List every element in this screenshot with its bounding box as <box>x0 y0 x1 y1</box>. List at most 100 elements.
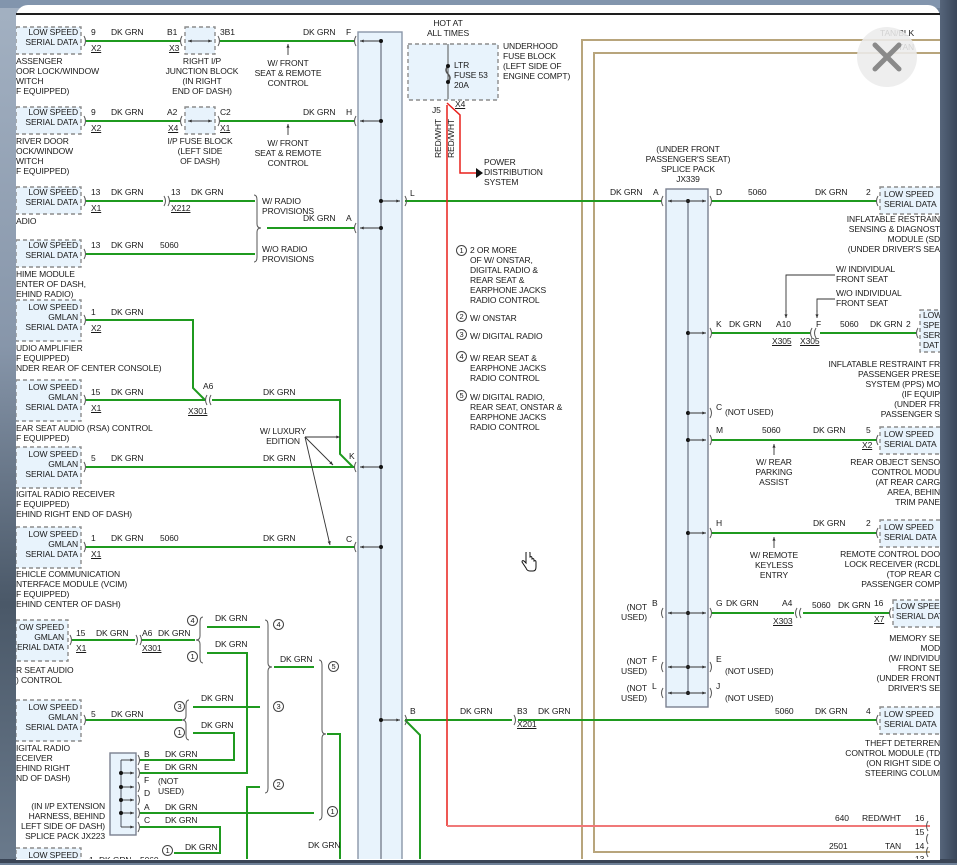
left-r1-x3-label: X3 <box>169 43 180 53</box>
bus-b-row-color-label: DK GRN <box>460 706 493 716</box>
left-r8-box-label: LOW SPEED GMLAN SERIAL DATA <box>25 529 78 559</box>
right-bottom-p14-label: 14 <box>915 841 925 851</box>
left-r2-conn-label: X2 <box>91 123 102 133</box>
fuse-power-label: POWER DISTRIBUTION SYSTEM <box>484 157 543 187</box>
right-m-row-circuit-label: 5060 <box>762 425 781 435</box>
connector-terminal <box>180 35 183 47</box>
connector-terminal <box>205 394 208 406</box>
left-r7-pin-label: 5 <box>91 453 96 463</box>
right-g-row-b-label: B <box>652 598 658 608</box>
connector-terminal <box>83 115 86 127</box>
left-bottom-box-label: LOW SPEED <box>28 850 78 860</box>
left-r1-pin-label: 9 <box>91 27 96 37</box>
connector-terminal <box>83 541 86 553</box>
right-m-row-box-label: LOW SPEED SERIAL DATA <box>884 429 937 449</box>
left-r3-pin2-label: 13 <box>171 187 181 197</box>
splice-dot <box>379 465 383 469</box>
left-r8-circuit-label: 5060 <box>160 533 179 543</box>
fuse-x4-label: X4 <box>455 99 466 109</box>
left-splice-e-label: E <box>144 762 150 772</box>
right-g-row-a4-label: A4 <box>782 598 793 608</box>
luxury-arrow <box>304 436 331 546</box>
left-r2-c2-label: C2 <box>220 107 231 117</box>
fuse-j5-label: J5 <box>432 105 441 115</box>
connector-terminal <box>354 222 357 234</box>
right-lj-row-j-label: J <box>716 681 721 691</box>
left-r9-module-label: R SEAT AUDIO ) CONTROL <box>16 665 74 685</box>
right-g-row-pin-label: 16 <box>874 598 884 608</box>
bus-b-row-circuit-label: 5060 <box>775 706 794 716</box>
luxury-arrow <box>304 436 334 466</box>
left-r7-module-label: IGITAL RADIO RECEIVER F EQUIPPED) EHIND … <box>16 489 132 519</box>
close-button[interactable] <box>857 27 917 87</box>
panel-top-border <box>16 13 940 15</box>
option-arrow-head <box>286 44 290 48</box>
splice-dot <box>119 771 123 775</box>
splice-dot <box>379 226 383 230</box>
left-r6-color-label: DK GRN <box>111 387 144 397</box>
notes-4-n-label: 5 <box>456 390 467 401</box>
connector-terminal <box>513 714 516 726</box>
notes-4-text-label: W/ DIGITAL RADIO, REAR SEAT, ONSTAR & EA… <box>470 392 563 432</box>
connector-terminal <box>661 687 664 699</box>
left-r4-box-label: LOW SPEED SERIAL DATA <box>25 240 78 260</box>
left-r2-color-label: DK GRN <box>111 107 144 117</box>
left-splice-cb-label: DK GRN <box>165 749 198 759</box>
left-r2-module-label: RIVER DOOR OCK/WINDOW WITCH F EQUIPPED) <box>16 136 74 176</box>
connector-terminal <box>354 461 357 473</box>
left-r9-box-label: OW SPEED GMLAN ERIAL DATA <box>16 622 64 652</box>
left-r6-box-label: LOW SPEED GMLAN SERIAL DATA <box>25 382 78 412</box>
left-r4-module-label: HIME MODULE ENTER OF DASH, EHIND RADIO) <box>16 269 86 299</box>
right-fe-row-f-label: F <box>652 654 658 664</box>
left-brace2-n4-label: 4 <box>273 619 284 630</box>
right-d-row-a-label: A <box>653 187 659 197</box>
left-brace2-color-label: DK GRN <box>280 654 313 664</box>
connector-terminal <box>926 833 929 845</box>
bus-b-row-b3-label: B3 <box>517 706 528 716</box>
connector-terminal <box>709 607 712 619</box>
notes-1-n-label: 2 <box>456 311 467 322</box>
right-h-row-pin-label: 2 <box>866 518 871 528</box>
left-r1-module-label: ASSENGER OOR LOCK/WINDOW WITCH F EQUIPPE… <box>16 56 100 96</box>
power-arrow <box>476 168 483 178</box>
left-r8-conn-label: X1 <box>91 549 102 559</box>
option-brace <box>318 659 327 821</box>
splice-dot <box>379 199 383 203</box>
left-r9-c1-label: DK GRN <box>215 639 248 649</box>
left-r1-b1-label: B1 <box>167 27 178 37</box>
close-icon <box>872 42 902 72</box>
left-r9-n4-label: 4 <box>187 615 198 626</box>
left-r1-bus-pin-label: F <box>346 27 352 37</box>
connector-terminal <box>709 327 712 339</box>
splice-pack-jx223 <box>109 752 137 836</box>
left-r3-color3-label: DK GRN <box>303 213 336 223</box>
left-r9-x301-label: X301 <box>142 643 162 653</box>
left-splice-ce-label: DK GRN <box>165 762 198 772</box>
left-r1-b3-label: 3B1 <box>220 27 235 37</box>
left-r3-module-label: ADIO <box>16 216 37 226</box>
right-m-row-color-label: DK GRN <box>813 425 846 435</box>
left-r2-option-label: W/ FRONT SEAT & REMOTE CONTROL <box>254 138 322 168</box>
bus-b-row-box-label: LOW SPEED SERIAL DATA <box>884 709 937 729</box>
right-h-row-h-label: H <box>716 518 723 528</box>
left-splice-d-label: D <box>144 788 151 798</box>
left-r1-color2-label: DK GRN <box>303 27 336 37</box>
connector-terminal <box>795 607 798 619</box>
right-k-row-box-label: LOW SPE SER DAT <box>923 310 943 350</box>
notes-0-text-label: 2 OR MORE OF W/ ONSTAR, DIGITAL RADIO & … <box>470 245 547 305</box>
left-r3-color2-label: DK GRN <box>191 187 224 197</box>
bus-b-row-color3-label: DK GRN <box>815 706 848 716</box>
notes-3-text-label: W/ REAR SEAT & EARPHONE JACKS RADIO CONT… <box>470 353 547 383</box>
right-k-row-opt1-label: W/ INDIVIDUAL FRONT SEAT <box>836 264 896 284</box>
data-bus-splice <box>357 31 403 859</box>
left-r6-pin-label: 15 <box>91 387 101 397</box>
right-k-row-x305a-label: X305 <box>772 336 792 346</box>
bus-b-label: B <box>410 706 416 716</box>
right-m-row-module-label: REAR OBJECT SENSO CONTROL MODU (AT REAR … <box>850 457 940 507</box>
left-bottom-c1-label: DK GRN <box>185 842 218 852</box>
left-r4-circuit-label: 5060 <box>160 240 179 250</box>
connector-terminal <box>137 767 140 779</box>
left-r6-conn-label: X1 <box>91 403 102 413</box>
left-r6-a6-label: A6 <box>203 381 214 391</box>
option-arrow-head <box>772 444 776 448</box>
